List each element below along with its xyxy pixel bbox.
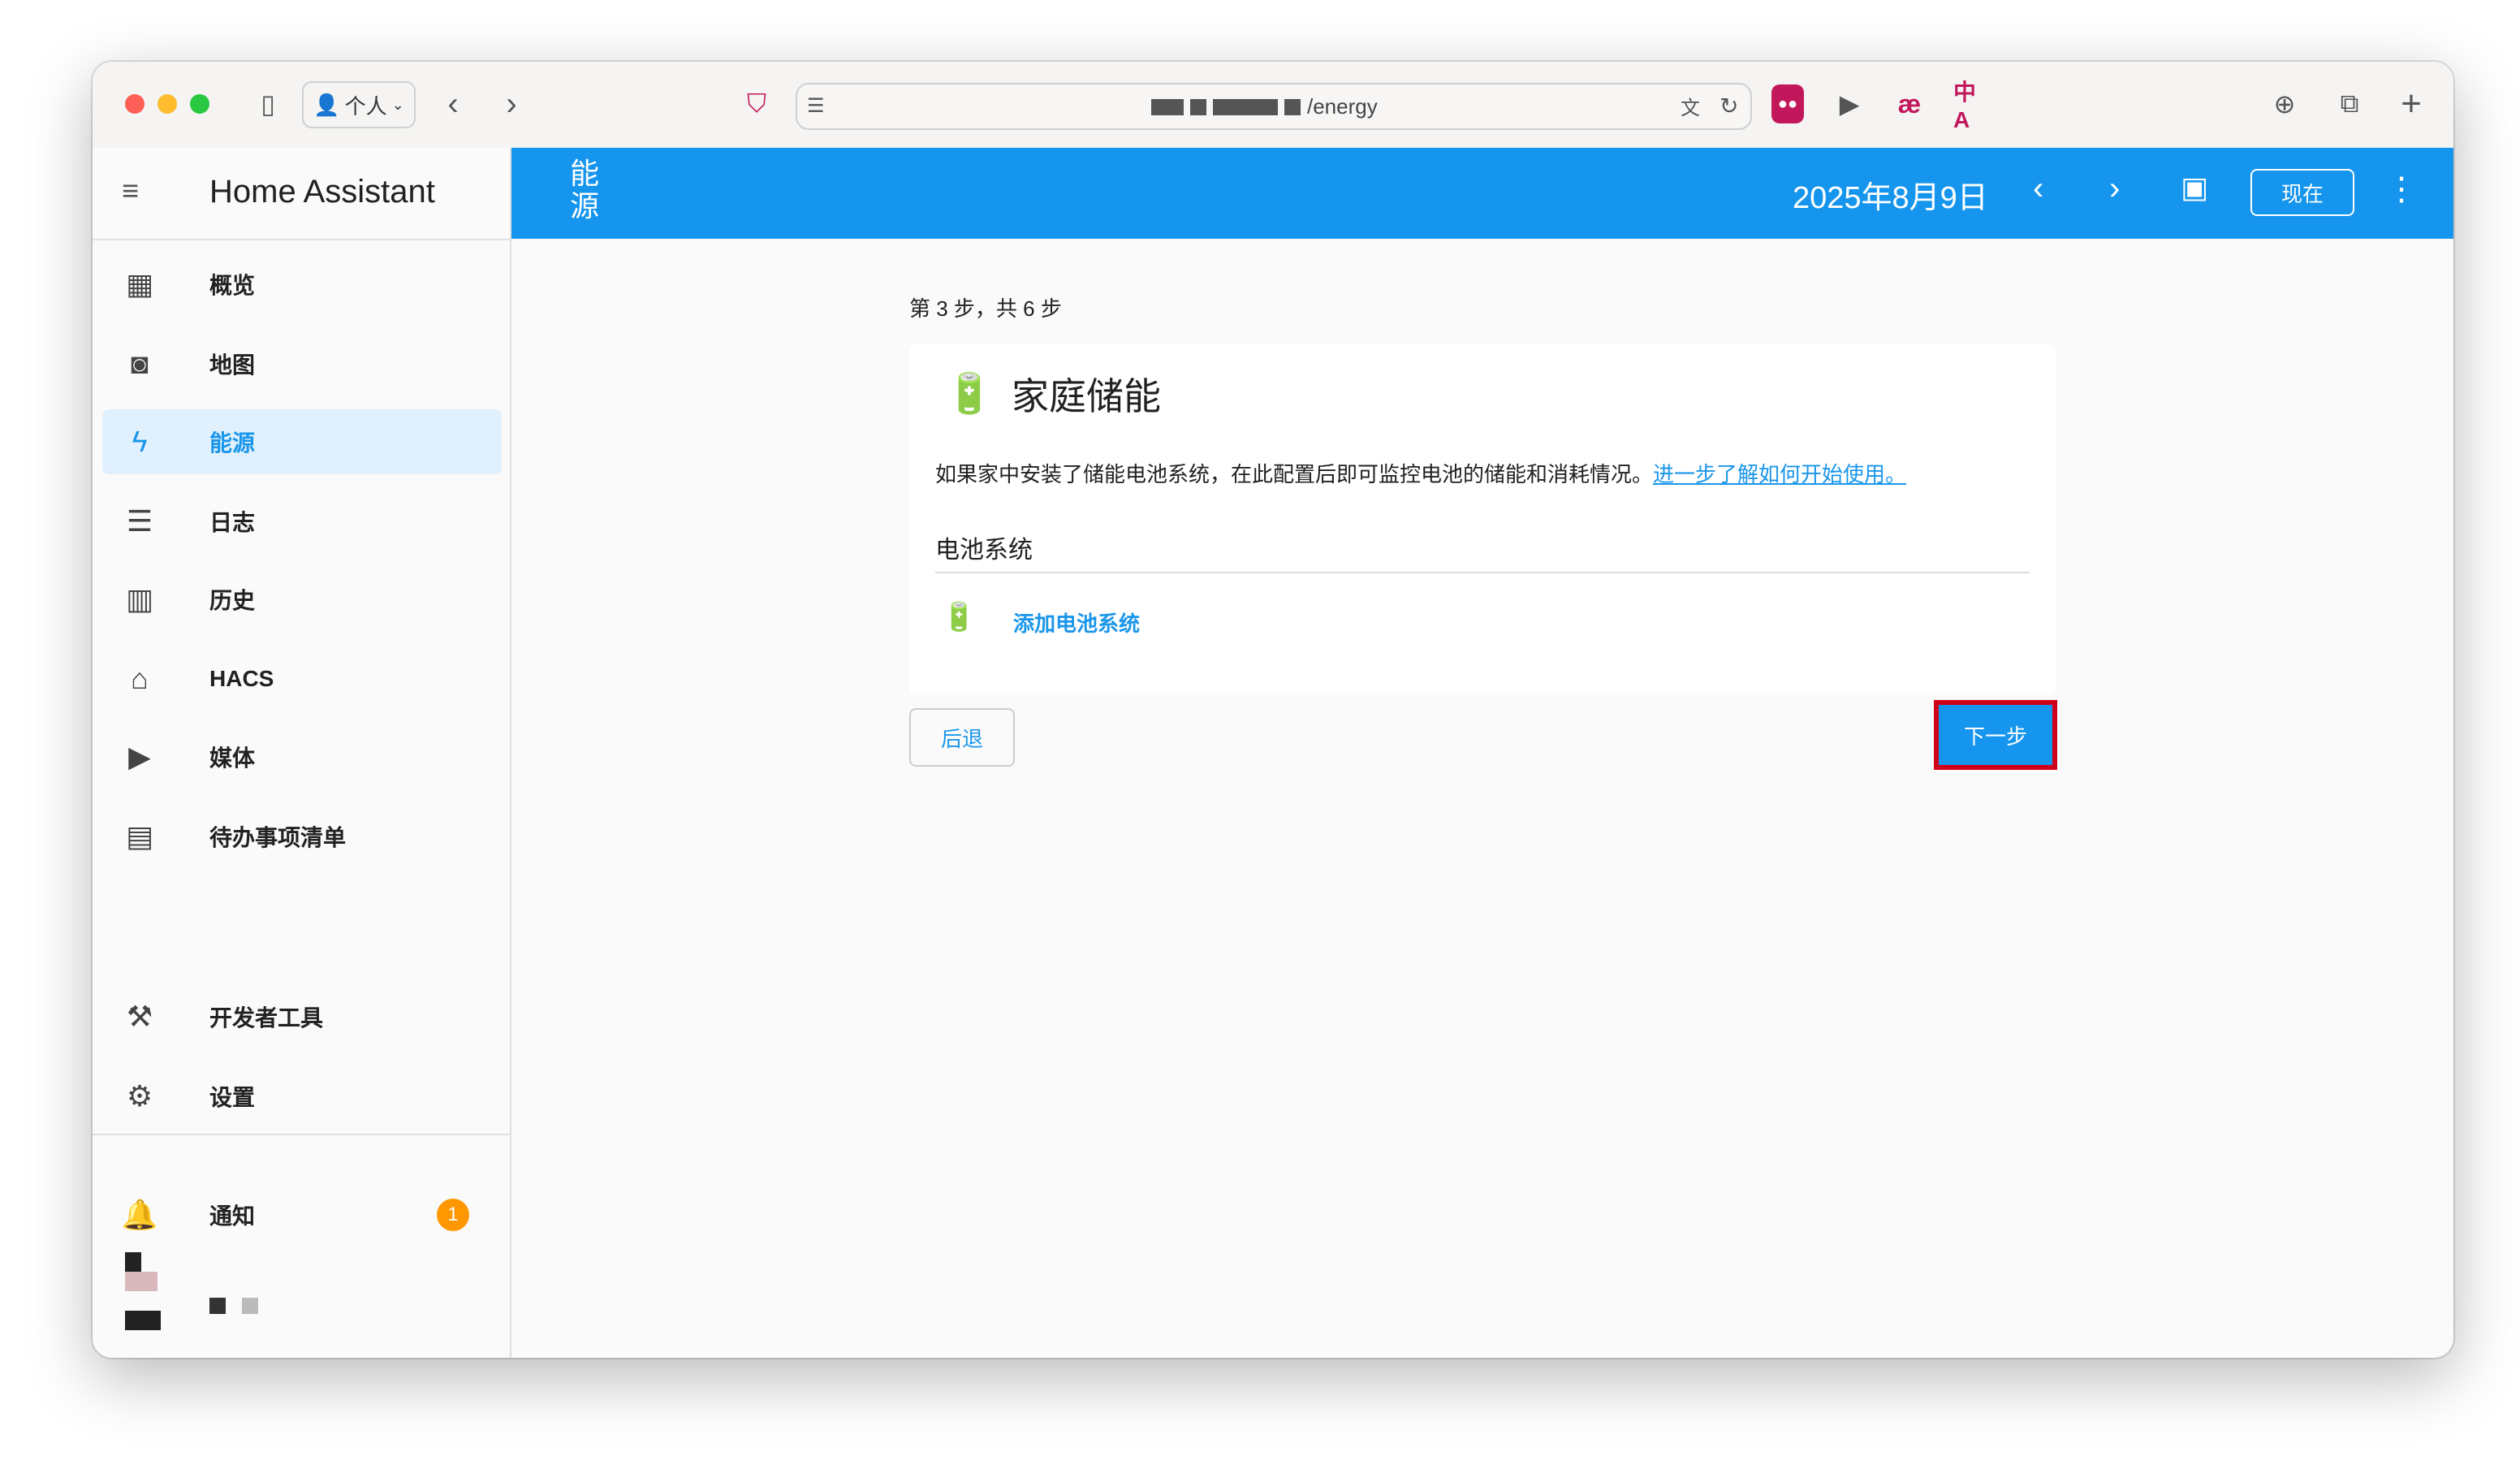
date-display: 2025年8月9日	[1793, 172, 1988, 217]
translate-icon[interactable]: 文	[1681, 86, 1700, 125]
zoom-window-button[interactable]	[190, 94, 209, 114]
forward-icon[interactable]: ›	[498, 84, 524, 123]
sidebar-item-logbook[interactable]: ☰日志	[102, 489, 502, 554]
sidebar-item-hacs[interactable]: ⌂HACS	[102, 646, 502, 711]
map-icon: ◙	[122, 347, 158, 381]
chevron-down-icon: ⌄	[392, 97, 404, 114]
user-avatar[interactable]	[115, 1252, 161, 1330]
extension-ae-icon[interactable]: æ	[1892, 84, 1927, 123]
extension-translate-icon[interactable]: 中A	[1953, 84, 1989, 123]
sidebar-toggle-icon[interactable]: ▯	[252, 84, 284, 123]
card-description: 如果家中安装了储能电池系统，在此配置后即可监控电池的储能和消耗情况。	[935, 462, 1653, 486]
sidebar-item-settings[interactable]: ⚙设置	[102, 1064, 502, 1129]
reload-icon[interactable]: ↻	[1720, 86, 1738, 125]
media-icon: ▶	[122, 740, 158, 774]
back-button[interactable]: 后退	[909, 708, 1015, 767]
app-title: Home Assistant	[209, 174, 435, 210]
close-window-button[interactable]	[125, 94, 145, 114]
sidebar-item-todo[interactable]: ▤待办事项清单	[102, 804, 502, 869]
tabs-icon[interactable]: ⧉	[2333, 84, 2366, 123]
top-app-bar: 能源 2025年8月9日 ‹ › ▣ 现在 ⋮	[511, 148, 2453, 239]
browser-window: ▯ 👤个人⌄ ‹ › ⛉ ☰ /energy 文 ↻ ●● ▶ æ 中A ⊕ ⧉…	[93, 62, 2453, 1358]
learn-more-link[interactable]: 进一步了解如何开始使用。	[1653, 462, 1906, 486]
bell-icon: 🔔	[122, 1198, 158, 1232]
sidebar-item-developer-tools[interactable]: ⚒开发者工具	[102, 984, 502, 1049]
sidebar-item-overview[interactable]: ▦概览	[102, 252, 502, 317]
minimize-window-button[interactable]	[158, 94, 177, 114]
extension-icon[interactable]: ●●	[1771, 84, 1804, 123]
divider	[935, 572, 2030, 573]
next-day-button[interactable]: ›	[2109, 171, 2120, 207]
divider	[93, 1134, 510, 1135]
hacs-icon: ⌂	[122, 662, 158, 696]
sidebar-item-energy[interactable]: ϟ能源	[102, 409, 502, 474]
back-icon[interactable]: ‹	[440, 84, 466, 123]
battery-storage-card: 🔋 家庭储能 如果家中安装了储能电池系统，在此配置后即可监控电池的储能和消耗情况…	[909, 344, 2056, 695]
step-indicator: 第 3 步，共 6 步	[909, 292, 1062, 322]
sidebar-item-history[interactable]: ▥历史	[102, 567, 502, 632]
section-title: 电池系统	[935, 529, 1033, 565]
browser-toolbar: ▯ 👤个人⌄ ‹ › ⛉ ☰ /energy 文 ↻ ●● ▶ æ 中A ⊕ ⧉…	[93, 62, 2453, 149]
now-button[interactable]: 现在	[2250, 169, 2354, 216]
page-icon: ☰	[807, 86, 825, 125]
shield-icon[interactable]: ⛉	[740, 84, 773, 123]
hammer-icon: ⚒	[122, 1000, 158, 1034]
extension-play-icon[interactable]: ▶	[1833, 84, 1866, 123]
next-button[interactable]: 下一步	[1934, 700, 2057, 770]
sidebar: ≡ Home Assistant ▦概览 ◙地图 ϟ能源 ☰日志 ▥历史 ⌂HA…	[93, 148, 511, 1358]
address-bar[interactable]: ☰ /energy 文 ↻	[796, 83, 1752, 130]
new-tab-icon[interactable]: +	[2395, 84, 2427, 123]
chart-icon: ▥	[122, 582, 158, 616]
add-battery-system-button[interactable]: 添加电池系统	[1013, 607, 1140, 637]
battery-icon: 🔋	[942, 601, 976, 633]
sidebar-item-notifications[interactable]: 🔔通知1	[102, 1182, 502, 1247]
sidebar-item-map[interactable]: ◙地图	[102, 331, 502, 396]
clipboard-icon: ▤	[122, 819, 158, 854]
notification-badge: 1	[437, 1199, 469, 1231]
sidebar-item-media[interactable]: ▶媒体	[102, 724, 502, 789]
calendar-icon[interactable]: ▣	[2181, 171, 2208, 205]
battery-icon: 🔋	[945, 370, 994, 417]
previous-day-button[interactable]: ‹	[2033, 171, 2043, 207]
user-name-redacted[interactable]	[209, 1285, 261, 1317]
card-title: 家庭储能	[1012, 367, 1161, 421]
dashboard-icon: ▦	[122, 267, 158, 301]
list-icon: ☰	[122, 504, 158, 538]
page-title: 能源	[570, 158, 602, 223]
person-icon: 👤	[313, 93, 339, 118]
main-content: 第 3 步，共 6 步 🔋 家庭储能 如果家中安装了储能电池系统，在此配置后即可…	[511, 239, 2453, 1358]
lightning-icon: ϟ	[122, 425, 158, 459]
gear-icon: ⚙	[122, 1079, 158, 1113]
download-icon[interactable]: ⊕	[2268, 84, 2301, 123]
more-options-icon[interactable]: ⋮	[2385, 171, 2418, 208]
profile-button[interactable]: 👤个人⌄	[302, 81, 416, 128]
menu-collapse-icon[interactable]: ≡	[122, 174, 139, 208]
